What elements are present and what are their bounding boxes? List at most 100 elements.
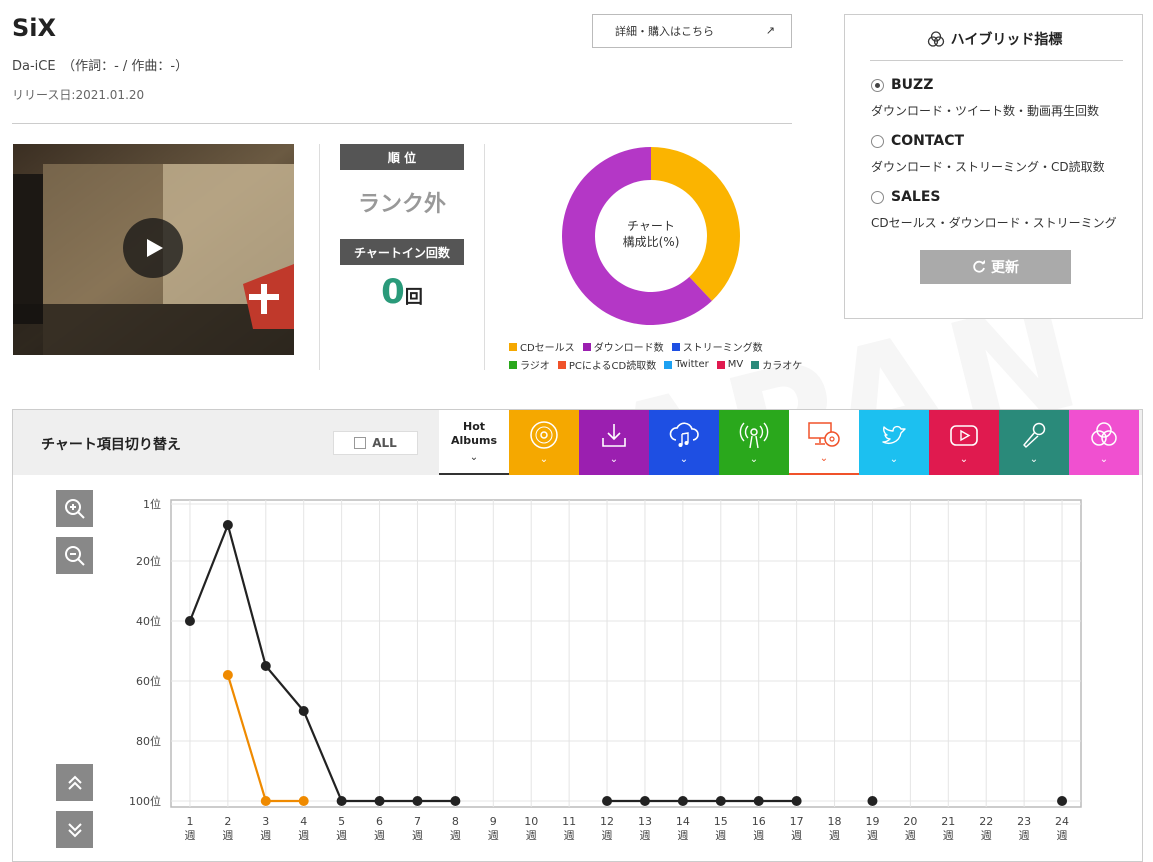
checkbox-icon[interactable]	[354, 437, 367, 449]
data-point[interactable]	[753, 796, 764, 806]
tab-hot-line2: Albums	[451, 434, 497, 447]
hybrid-option-desc: CDセールス・ダウンロード・ストリーミング	[871, 216, 1117, 230]
chevron-down-icon: ⌄	[609, 454, 619, 465]
data-point[interactable]	[374, 796, 385, 806]
hybrid-option-buzz[interactable]: BUZZ	[871, 77, 933, 93]
data-point[interactable]	[260, 661, 271, 671]
plot-area	[170, 499, 1082, 808]
tab-pc-cd-read[interactable]: ⌄	[789, 410, 859, 475]
donut-legend-row2: ラジオ PCによるCD読取数 Twitter MV カラオケ	[509, 357, 802, 372]
data-point[interactable]	[298, 796, 309, 806]
karaoke-mic-icon	[1023, 422, 1046, 448]
y-tick-label: 20位	[136, 554, 161, 568]
song-title: SiX	[12, 14, 57, 42]
data-point[interactable]	[222, 520, 233, 530]
x-tick-label: 1週	[184, 815, 195, 842]
tab-streaming[interactable]: ⌄	[649, 410, 719, 475]
x-tick-label: 16 週	[752, 815, 766, 842]
radio-selected-icon[interactable]	[871, 78, 884, 92]
x-tick-label: 21 週	[941, 815, 955, 842]
zoom-in-button[interactable]	[56, 490, 93, 527]
scroll-down-button[interactable]	[56, 811, 93, 848]
x-tick-label: 15 週	[714, 815, 728, 842]
double-chevron-down-icon	[67, 822, 82, 837]
y-tick-label: 60位	[136, 674, 161, 688]
x-tick-label: 23 週	[1017, 815, 1031, 842]
pc-cd-icon	[808, 422, 840, 447]
data-point[interactable]	[336, 796, 347, 806]
tab-mv[interactable]: ⌄	[929, 410, 999, 475]
tab-download[interactable]: ⌄	[579, 410, 649, 475]
donut-center-label: チャート 構成比(%)	[598, 218, 704, 250]
divider	[870, 60, 1123, 61]
tab-hybrid[interactable]: ⌄	[1069, 410, 1139, 475]
legend-label: ストリーミング数	[682, 343, 763, 354]
divider	[319, 144, 320, 370]
rank-value: ランク外	[357, 192, 446, 217]
hybrid-icon	[1091, 422, 1117, 446]
x-tick-label: 19 週	[865, 815, 879, 842]
data-point[interactable]	[639, 796, 650, 806]
legend-label: CDセールス	[520, 343, 575, 354]
scroll-up-button[interactable]	[56, 764, 93, 801]
x-tick-label: 11 週	[562, 815, 576, 842]
video-thumbnail[interactable]	[13, 144, 294, 355]
data-point[interactable]	[222, 670, 233, 680]
play-icon[interactable]	[123, 218, 183, 278]
tab-hot-albums[interactable]: Hot Albums ⌄	[439, 410, 509, 475]
legend-label: ダウンロード数	[593, 343, 664, 354]
tab-twitter[interactable]: ⌄	[859, 410, 929, 475]
external-arrow-icon: ↗	[765, 24, 775, 37]
all-toggle-button[interactable]: ALL	[333, 431, 418, 455]
x-tick-label: 10 週	[524, 815, 538, 842]
hybrid-icon	[927, 31, 944, 47]
legend-swatch	[509, 360, 517, 369]
legend-label: MV	[727, 359, 744, 370]
data-point[interactable]	[412, 796, 423, 806]
x-tick-label: 12 週	[600, 815, 614, 842]
x-tick-label: 4週	[298, 815, 309, 842]
radio-unselected-icon[interactable]	[871, 190, 884, 204]
data-point[interactable]	[715, 796, 726, 806]
hybrid-option-label: CONTACT	[891, 133, 965, 149]
update-button[interactable]: 更新	[920, 250, 1071, 284]
tab-radio[interactable]: ⌄	[719, 410, 789, 475]
y-tick-label: 100位	[129, 794, 161, 808]
legend-item: CDセールス	[509, 339, 575, 354]
data-point[interactable]	[1057, 796, 1068, 806]
tab-cd-sales[interactable]: ⌄	[509, 410, 579, 475]
legend-label: ラジオ	[520, 361, 550, 372]
data-point[interactable]	[298, 706, 309, 716]
x-tick-label: 7週	[412, 815, 423, 842]
data-point[interactable]	[867, 796, 878, 806]
data-point[interactable]	[602, 796, 613, 806]
hybrid-option-contact[interactable]: CONTACT	[871, 133, 964, 149]
y-tick-label: 40位	[136, 614, 161, 628]
y-tick-label: 80位	[136, 734, 161, 748]
zoom-out-button[interactable]	[56, 537, 93, 574]
chevron-down-icon: ⌄	[819, 453, 829, 464]
data-point[interactable]	[450, 796, 461, 806]
tab-karaoke[interactable]: ⌄	[999, 410, 1069, 475]
x-tick-label: 9週	[488, 815, 499, 842]
hybrid-index-panel: ハイブリッド指標 BUZZ ダウンロード・ツイート数・動画再生回数 CONTAC…	[844, 14, 1143, 319]
legend-swatch	[751, 360, 760, 369]
legend-swatch	[671, 342, 680, 351]
zoom-out-icon	[64, 545, 85, 566]
x-tick-label: 20 週	[903, 815, 917, 842]
data-point[interactable]	[260, 796, 271, 806]
x-tick-label: 3週	[260, 815, 271, 842]
data-point[interactable]	[677, 796, 688, 806]
hybrid-option-label: SALES	[891, 189, 941, 205]
data-point[interactable]	[184, 616, 195, 626]
data-point[interactable]	[791, 796, 802, 806]
radio-unselected-icon[interactable]	[871, 134, 884, 148]
chevron-down-icon: ⌄	[959, 454, 969, 465]
detail-purchase-button[interactable]: 詳細・購入はこちら ↗	[592, 14, 792, 48]
legend-item: Twitter	[664, 357, 709, 372]
legend-item: PCによるCD読取数	[557, 357, 656, 372]
legend-swatch	[509, 342, 517, 351]
hybrid-option-sales[interactable]: SALES	[871, 189, 941, 205]
radio-icon	[739, 422, 769, 449]
legend-swatch	[716, 360, 725, 369]
